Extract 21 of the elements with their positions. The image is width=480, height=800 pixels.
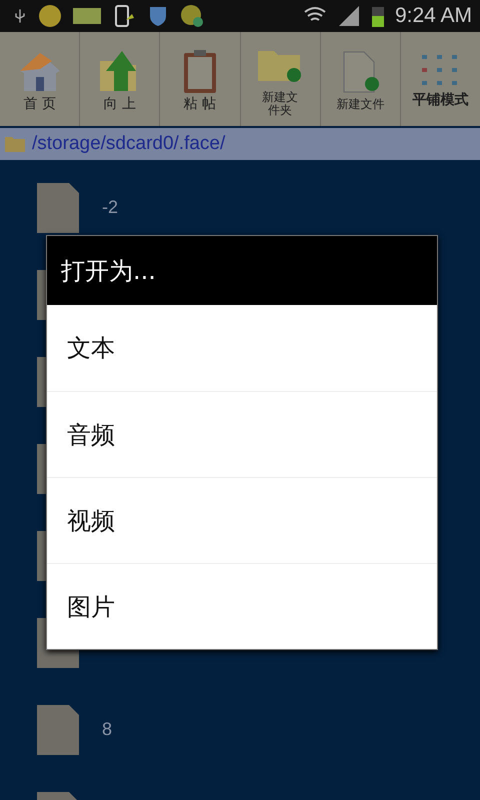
path-text: /storage/sdcard0/.face/ xyxy=(32,133,226,155)
menu-item[interactable]: 文本 xyxy=(47,305,437,391)
battery-icon xyxy=(370,4,385,28)
file-icon xyxy=(36,704,80,756)
file-icon xyxy=(36,182,80,234)
toolbar-button[interactable]: 平铺模式 xyxy=(400,32,480,126)
phone-icon xyxy=(112,4,136,28)
folder-icon xyxy=(4,135,26,153)
file-name: -2 xyxy=(102,197,118,218)
menu-item[interactable]: 音频 xyxy=(47,391,437,477)
file-name: 8 xyxy=(102,719,112,740)
signal-icon xyxy=(336,4,361,28)
toolbar-button[interactable]: 新建文件 xyxy=(320,32,401,126)
toolbar-button[interactable]: 粘 帖 xyxy=(160,32,241,126)
toolbar-button[interactable]: 首 页 xyxy=(0,32,80,126)
toolbar-button[interactable]: 新建文件夹 xyxy=(240,32,321,126)
menu-item[interactable]: 图片 xyxy=(47,563,437,649)
dialog-title: 打开为... xyxy=(61,256,156,286)
toolbar-button[interactable]: 向 上 xyxy=(80,32,160,126)
menu-item[interactable]: 视频 xyxy=(47,477,437,563)
clock: 9:24 AM xyxy=(394,4,472,28)
